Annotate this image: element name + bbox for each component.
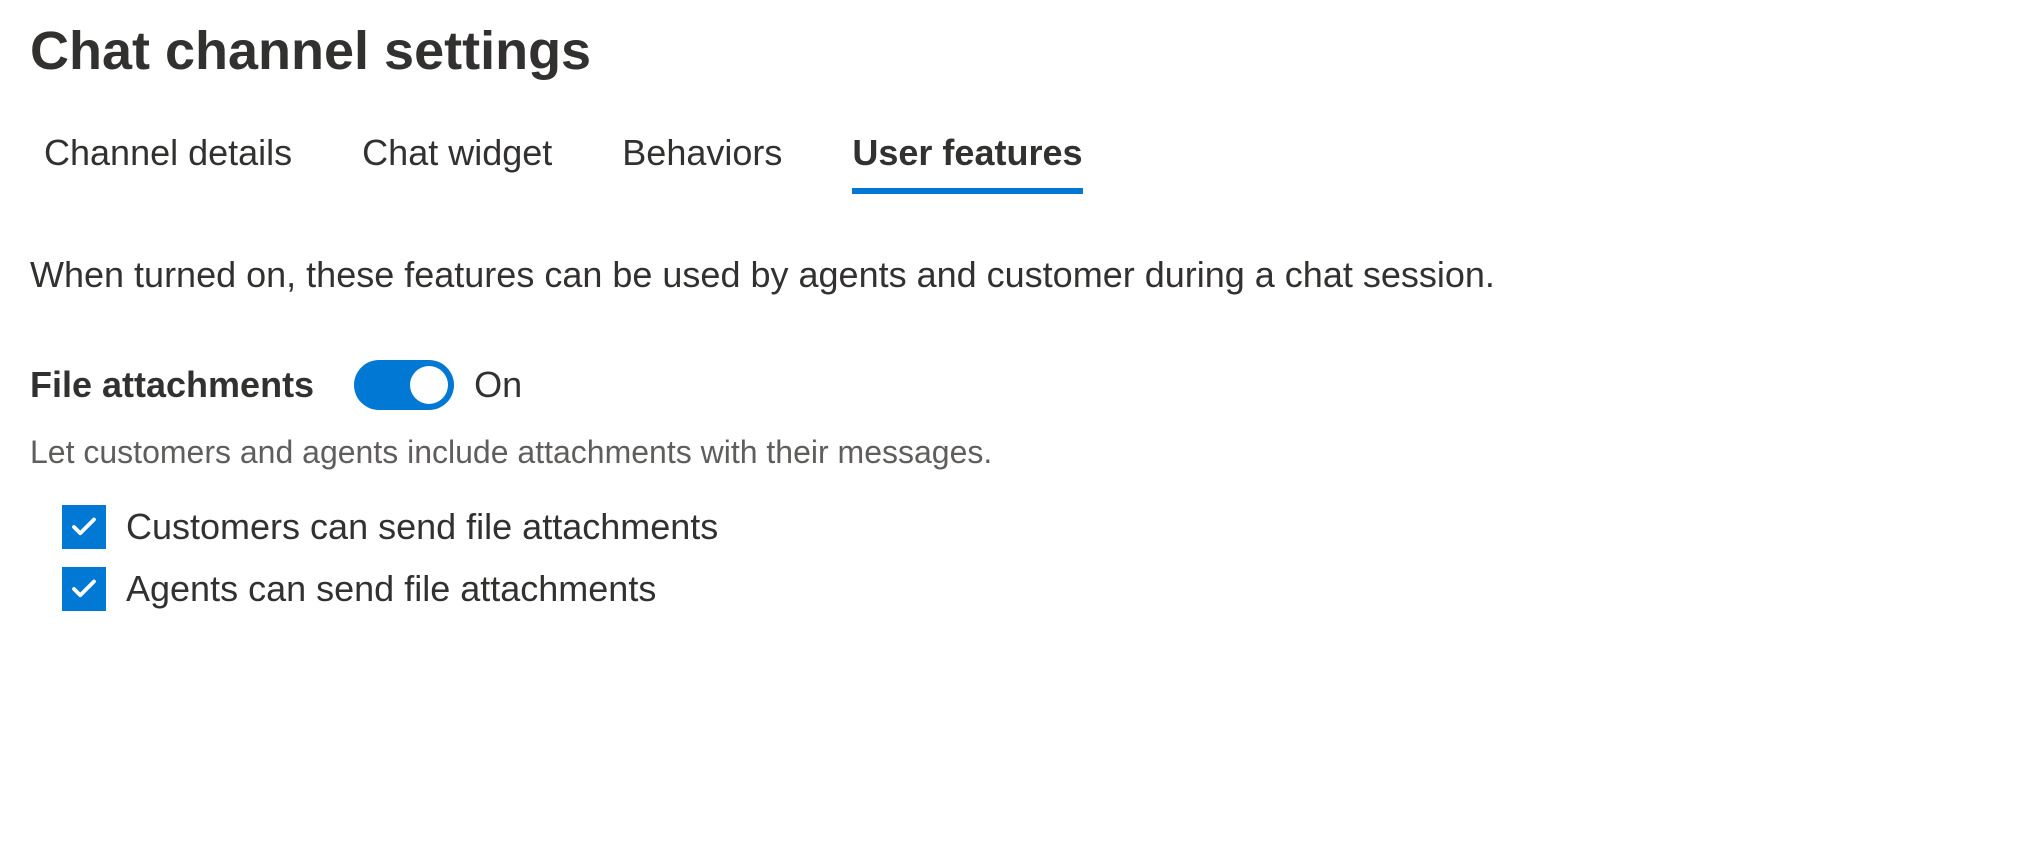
file-attachments-label: File attachments (30, 364, 314, 406)
check-icon (69, 512, 99, 542)
checkbox-agents-send[interactable] (62, 567, 106, 611)
file-attachments-toggle-wrap: On (354, 360, 522, 410)
checkbox-row-agents: Agents can send file attachments (62, 567, 1999, 611)
file-attachments-row: File attachments On (30, 360, 1999, 410)
checkbox-row-customers: Customers can send file attachments (62, 505, 1999, 549)
file-attachments-options: Customers can send file attachments Agen… (30, 505, 1999, 611)
tab-behaviors[interactable]: Behaviors (622, 132, 782, 190)
checkbox-customers-label: Customers can send file attachments (126, 506, 718, 548)
page-title: Chat channel settings (30, 20, 1999, 82)
check-icon (69, 574, 99, 604)
file-attachments-toggle[interactable] (354, 360, 454, 410)
toggle-knob (410, 366, 448, 404)
tab-description: When turned on, these features can be us… (30, 250, 1999, 300)
tab-user-features[interactable]: User features (852, 132, 1082, 190)
tab-chat-widget[interactable]: Chat widget (362, 132, 552, 190)
checkbox-customers-send[interactable] (62, 505, 106, 549)
tab-channel-details[interactable]: Channel details (44, 132, 292, 190)
file-attachments-toggle-state: On (474, 364, 522, 406)
tabs: Channel details Chat widget Behaviors Us… (30, 132, 1999, 190)
file-attachments-helper: Let customers and agents include attachm… (30, 430, 1999, 475)
checkbox-agents-label: Agents can send file attachments (126, 568, 656, 610)
